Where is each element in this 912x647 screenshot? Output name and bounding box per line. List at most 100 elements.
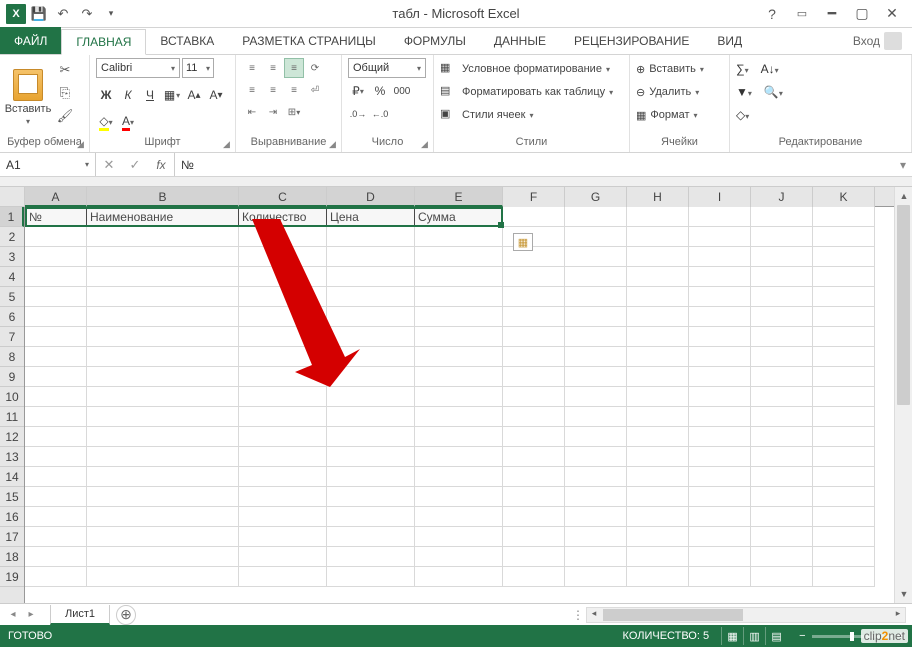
row-header[interactable]: 13 (0, 447, 24, 467)
percent-icon[interactable]: % (370, 81, 390, 101)
row-header[interactable]: 5 (0, 287, 24, 307)
cell[interactable] (813, 367, 875, 387)
enter-formula-icon[interactable]: ✓ (122, 157, 148, 173)
cell[interactable] (751, 427, 813, 447)
row-header[interactable]: 8 (0, 347, 24, 367)
cell[interactable] (689, 347, 751, 367)
cell[interactable] (415, 487, 503, 507)
align-middle-icon[interactable]: ≡ (263, 58, 283, 78)
row-header[interactable]: 11 (0, 407, 24, 427)
cell[interactable] (565, 347, 627, 367)
sheet-tab[interactable]: Лист1 (50, 605, 110, 625)
cell[interactable] (689, 287, 751, 307)
tab-formulas[interactable]: ФОРМУЛЫ (390, 28, 480, 54)
cell[interactable] (327, 367, 415, 387)
cell[interactable] (627, 547, 689, 567)
cell[interactable] (415, 547, 503, 567)
cell[interactable] (565, 467, 627, 487)
cell[interactable] (415, 467, 503, 487)
number-format-combo[interactable]: Общий▾ (348, 58, 426, 78)
cell[interactable] (503, 527, 565, 547)
column-header[interactable]: I (689, 187, 751, 207)
cell[interactable] (415, 247, 503, 267)
cell[interactable] (87, 347, 239, 367)
font-launcher-icon[interactable]: ◢ (220, 138, 233, 151)
cell[interactable]: Цена (327, 207, 415, 227)
cell[interactable] (627, 307, 689, 327)
cell[interactable] (239, 547, 327, 567)
sort-filter-icon[interactable]: A↓▾ (761, 62, 779, 76)
cell[interactable] (503, 347, 565, 367)
scroll-up-icon[interactable]: ▲ (895, 187, 912, 205)
cell[interactable] (415, 407, 503, 427)
cell[interactable] (87, 567, 239, 587)
cell[interactable] (565, 367, 627, 387)
cell[interactable] (327, 407, 415, 427)
merge-cells-icon[interactable]: ⊞▾ (284, 102, 304, 122)
cell[interactable] (689, 327, 751, 347)
cell[interactable] (503, 507, 565, 527)
cell[interactable] (327, 467, 415, 487)
increase-font-icon[interactable]: A▴ (184, 85, 204, 105)
cell[interactable] (87, 387, 239, 407)
cell[interactable] (813, 567, 875, 587)
cell[interactable] (627, 207, 689, 227)
cell[interactable] (239, 467, 327, 487)
cell[interactable] (565, 247, 627, 267)
cell[interactable] (751, 287, 813, 307)
cell[interactable] (87, 367, 239, 387)
cell[interactable] (87, 547, 239, 567)
cell[interactable] (25, 427, 87, 447)
clear-icon[interactable]: ◇▾ (736, 108, 749, 122)
cell[interactable] (25, 507, 87, 527)
cell[interactable] (689, 427, 751, 447)
cell[interactable] (565, 227, 627, 247)
align-bottom-icon[interactable]: ≡ (284, 58, 304, 78)
row-header[interactable]: 9 (0, 367, 24, 387)
cell[interactable] (751, 567, 813, 587)
decrease-font-icon[interactable]: A▾ (206, 85, 226, 105)
cell[interactable] (87, 467, 239, 487)
cell[interactable] (689, 247, 751, 267)
cell[interactable] (565, 527, 627, 547)
cell[interactable] (565, 427, 627, 447)
column-header[interactable]: G (565, 187, 627, 207)
cell[interactable] (25, 567, 87, 587)
cell[interactable] (415, 527, 503, 547)
view-page-break-icon[interactable]: ▤ (765, 627, 787, 645)
cell[interactable] (751, 227, 813, 247)
cell[interactable] (751, 547, 813, 567)
save-icon[interactable]: 💾 (28, 3, 50, 25)
fill-color-button[interactable]: ◇▾ (96, 112, 116, 132)
cell[interactable]: Количество (239, 207, 327, 227)
cell[interactable] (25, 387, 87, 407)
cell[interactable] (87, 487, 239, 507)
cell[interactable] (813, 487, 875, 507)
cell[interactable] (503, 267, 565, 287)
cell[interactable] (813, 287, 875, 307)
cell[interactable] (627, 527, 689, 547)
cell[interactable] (627, 487, 689, 507)
cell[interactable] (627, 267, 689, 287)
cell[interactable] (627, 507, 689, 527)
cell[interactable] (87, 327, 239, 347)
cell[interactable] (239, 507, 327, 527)
cell[interactable] (689, 547, 751, 567)
expand-formula-bar-icon[interactable]: ▾ (894, 153, 912, 176)
cell[interactable] (25, 527, 87, 547)
cell[interactable] (627, 327, 689, 347)
cell[interactable] (627, 247, 689, 267)
cell[interactable] (565, 267, 627, 287)
cell[interactable] (25, 447, 87, 467)
cell[interactable] (25, 227, 87, 247)
cell[interactable] (25, 547, 87, 567)
cell[interactable] (87, 307, 239, 327)
autosum-icon[interactable]: ∑▾ (736, 62, 749, 76)
cell[interactable] (751, 247, 813, 267)
cell[interactable] (503, 447, 565, 467)
cell[interactable] (813, 547, 875, 567)
cell[interactable] (327, 547, 415, 567)
cell[interactable] (813, 247, 875, 267)
conditional-formatting-button[interactable]: ▦ Условное форматирование▾ (440, 58, 623, 80)
minimize-icon[interactable]: ━ (818, 3, 846, 25)
